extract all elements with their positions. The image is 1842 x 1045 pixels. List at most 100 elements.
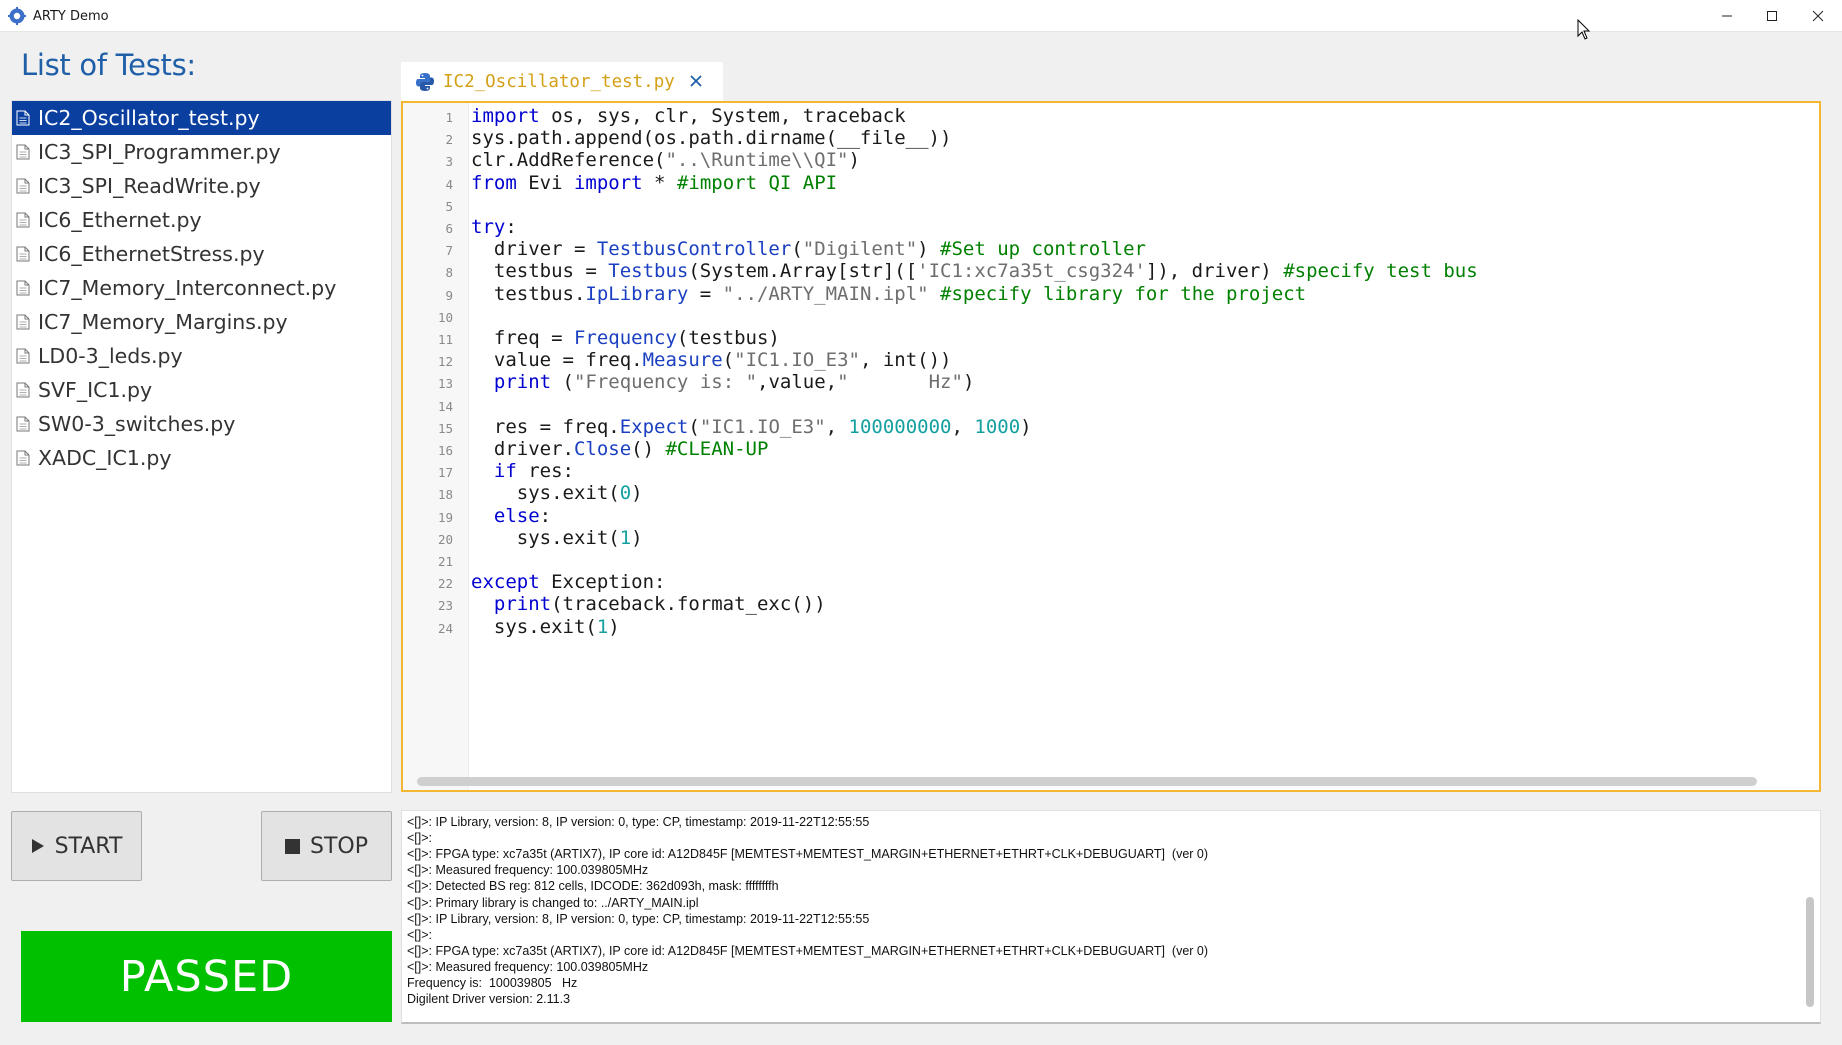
window-title: ARTY Demo [33, 9, 109, 24]
code-text: print ("Frequency is: ",value," Hz") [493, 371, 975, 394]
horizontal-scrollbar[interactable] [417, 777, 1757, 786]
line-number: 1 [445, 110, 453, 125]
code-text: res = freq.Expect("IC1.IO_E3", 100000000… [471, 415, 1032, 438]
start-button-label: START [54, 833, 123, 859]
vertical-scrollbar[interactable] [1806, 897, 1814, 1007]
file-icon [16, 314, 30, 330]
log-line: <[]>: FPGA type: xc7a35t (ARTIX7), IP co… [407, 943, 1209, 958]
line-number: 11 [437, 332, 453, 347]
code-text: except Exception: [471, 571, 666, 594]
test-list-item[interactable]: IC6_Ethernet.py [12, 203, 391, 237]
status-label: PASSED [119, 951, 294, 1002]
line-number: 22 [437, 576, 453, 592]
code-text: testbus.IpLibrary = "../ARTY_MAIN.ipl" #… [471, 282, 1307, 305]
code-text: driver.Close() #CLEAN-UP [471, 438, 769, 460]
minimize-icon [1722, 15, 1732, 17]
file-icon [16, 144, 30, 160]
file-icon [16, 280, 30, 296]
code-line: 24 sys.exit(1) [403, 614, 1819, 640]
test-item-label: LD0-3_leds.py [38, 344, 183, 368]
stop-button[interactable]: STOP [261, 811, 392, 881]
test-list-item[interactable]: SW0-3_switches.py [12, 407, 391, 441]
test-item-label: XADC_IC1.py [38, 446, 172, 470]
test-item-label: IC7_Memory_Interconnect.py [38, 276, 337, 300]
test-item-label: IC6_EthernetStress.py [38, 242, 265, 266]
code-text: from Evi import * #import QI API [471, 171, 838, 194]
start-button[interactable]: START [11, 811, 142, 881]
line-number: 8 [445, 265, 453, 281]
line-number: 7 [445, 243, 453, 259]
close-window-button[interactable] [1795, 0, 1841, 32]
play-icon [31, 839, 44, 853]
file-icon [16, 212, 30, 228]
editor-tab[interactable]: IC2_Oscillator_test.py [401, 62, 723, 102]
title-bar: ARTY Demo [0, 0, 1842, 32]
close-icon [1812, 10, 1824, 22]
code-editor[interactable]: 1 import os, sys, clr, System, traceback 2… [401, 101, 1821, 792]
line-number: 18 [437, 487, 453, 503]
log-line: <[]>: [407, 927, 433, 942]
tab-close-icon[interactable] [687, 72, 705, 90]
test-list-item[interactable]: IC7_Memory_Interconnect.py [12, 271, 391, 305]
line-number: 15 [437, 420, 453, 436]
test-item-label: SVF_IC1.py [38, 378, 153, 402]
line-number: 21 [437, 554, 453, 569]
file-icon [16, 416, 30, 432]
test-list-item[interactable]: SVF_IC1.py [12, 373, 391, 407]
log-line: <[]>: Detected BS reg: 812 cells, IDCODE… [407, 879, 779, 894]
tests-list[interactable]: IC2_Oscillator_test.py IC3_SPI_Programmer… [11, 100, 392, 793]
code-text: driver = TestbusController("Digilent") #… [471, 238, 1146, 261]
code-text: sys.exit(1) [471, 615, 620, 638]
code-text: print(traceback.format_exc()) [493, 593, 826, 616]
python-icon [416, 73, 434, 91]
line-number: 17 [437, 465, 453, 481]
minimize-button[interactable] [1704, 0, 1750, 32]
maximize-button[interactable] [1749, 0, 1795, 32]
test-list-item[interactable]: IC3_SPI_Programmer.py [12, 135, 391, 169]
code-text: value = freq.Measure("IC1.IO_E3", int()) [471, 349, 952, 372]
line-number: 4 [445, 176, 453, 192]
code-text: try: [471, 216, 517, 238]
log-output[interactable]: <[]>: IP Library, version: 8, IP version… [401, 810, 1821, 1024]
log-line: <[]>: Primary library is changed to: ../… [407, 895, 699, 910]
line-number: 13 [437, 376, 453, 392]
log-line: <[]>: Measured frequency: 100.039805MHz [407, 959, 649, 974]
line-number: 3 [445, 154, 453, 170]
file-icon [16, 382, 30, 398]
code-text: sys.exit(0) [471, 482, 643, 505]
code-text: testbus = Testbus(System.Array[str](['IC… [471, 260, 1478, 283]
test-list-item[interactable]: LD0-3_leds.py [12, 339, 391, 373]
log-line: Frequency is: 100039805 Hz [407, 976, 578, 990]
editor-tab-title: IC2_Oscillator_test.py [443, 72, 675, 92]
stop-button-label: STOP [310, 833, 368, 859]
file-icon [16, 348, 30, 364]
line-number: 5 [445, 198, 453, 214]
file-icon [16, 110, 30, 126]
test-list-item[interactable]: XADC_IC1.py [12, 441, 391, 475]
code-text: freq = Frequency(testbus) [471, 327, 780, 349]
test-list-item[interactable]: IC3_SPI_ReadWrite.py [12, 169, 391, 203]
line-number: 14 [437, 398, 453, 414]
file-icon [16, 178, 30, 194]
test-item-label: IC6_Ethernet.py [38, 208, 202, 232]
log-line: <[]>: IP Library, version: 8, IP version… [407, 815, 870, 829]
code-text: sys.exit(1) [471, 526, 643, 549]
line-number: 16 [437, 443, 453, 458]
test-item-label: IC2_Oscillator_test.py [38, 106, 260, 130]
line-number: 19 [437, 509, 453, 525]
mouse-cursor-icon [1577, 19, 1591, 40]
test-item-label: IC3_SPI_Programmer.py [38, 140, 281, 164]
test-item-label: IC3_SPI_ReadWrite.py [38, 174, 261, 198]
code-text: if res: [493, 460, 574, 483]
test-list-item[interactable]: IC2_Oscillator_test.py [12, 101, 391, 135]
line-number: 6 [445, 221, 453, 236]
maximize-icon [1767, 11, 1777, 21]
line-number: 20 [437, 531, 453, 547]
test-list-item[interactable]: IC7_Memory_Margins.py [12, 305, 391, 339]
test-list-item[interactable]: IC6_EthernetStress.py [12, 237, 391, 271]
code-text: import os, sys, clr, System, traceback [471, 105, 906, 127]
line-number: 2 [445, 132, 453, 148]
line-number: 23 [437, 598, 453, 614]
log-line: <[]>: FPGA type: xc7a35t (ARTIX7), IP co… [407, 847, 1209, 862]
stop-square-icon [285, 838, 300, 854]
